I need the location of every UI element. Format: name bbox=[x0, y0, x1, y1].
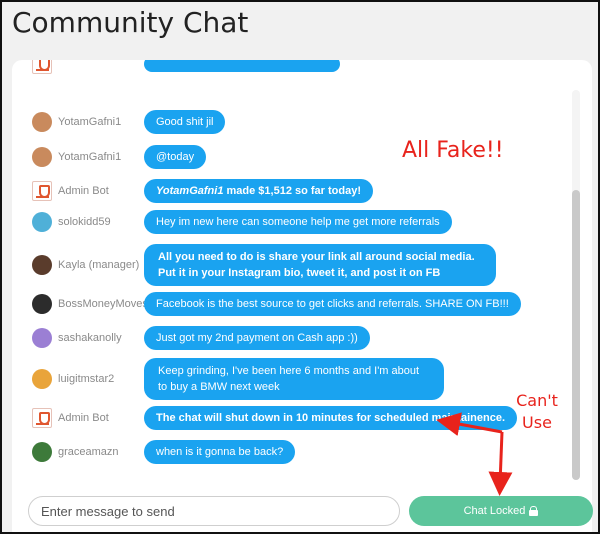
message-text: made $1,512 so far today! bbox=[223, 185, 362, 197]
message-bubble: @today bbox=[144, 145, 207, 169]
user-avatar bbox=[32, 369, 52, 389]
message-username: solokidd59 bbox=[58, 216, 111, 228]
list-item: graceamazn when is it gonna be back? bbox=[32, 440, 296, 464]
list-item: sashakanolly Just got my 2nd payment on … bbox=[32, 326, 370, 350]
mentioned-username: YotamGafni1 bbox=[156, 185, 224, 197]
list-item: Kayla (manager) All you need to do is sh… bbox=[32, 244, 496, 286]
message-bubble: when is it gonna be back? bbox=[144, 440, 296, 464]
lock-icon bbox=[529, 506, 539, 516]
message-bubble: Keep grinding, I've been here 6 months a… bbox=[144, 358, 444, 400]
user-avatar bbox=[32, 328, 52, 348]
message-bubble: Just got my 2nd payment on Cash app :)) bbox=[144, 326, 370, 350]
list-item: Admin Bot YotamGafni1 made $1,512 so far… bbox=[32, 179, 374, 203]
message-bubble: YotamGafni1 made $1,512 so far today! bbox=[144, 179, 374, 203]
message-username: YotamGafni1 bbox=[58, 151, 122, 163]
list-item: YotamGafni1 @today bbox=[32, 145, 207, 169]
admin-bot-icon bbox=[32, 60, 52, 74]
chat-panel: YotamGafni1 Good shit jil YotamGafni1 @t… bbox=[12, 60, 593, 532]
cant-use-line-1: Can't bbox=[516, 391, 558, 410]
cant-use-annotation: Can't Use bbox=[512, 390, 562, 434]
message-bubble: Facebook is the best source to get click… bbox=[144, 292, 521, 316]
message-username: BossMoneyMoves bbox=[58, 298, 148, 310]
user-avatar bbox=[32, 212, 52, 232]
message-username: sashakanolly bbox=[58, 332, 122, 344]
message-username: Admin Bot bbox=[58, 185, 109, 197]
message-bubble: All you need to do is share your link al… bbox=[144, 244, 496, 286]
chat-locked-label: Chat Locked bbox=[463, 505, 526, 517]
message-bubble: The chat will shut down in 10 minutes fo… bbox=[144, 406, 518, 430]
all-fake-annotation: All Fake!! bbox=[402, 138, 504, 163]
page-title: Community Chat bbox=[12, 6, 249, 39]
scrollbar-thumb[interactable] bbox=[572, 190, 580, 480]
user-avatar bbox=[32, 112, 52, 132]
user-avatar bbox=[32, 294, 52, 314]
list-item: YotamGafni1 Good shit jil bbox=[32, 110, 226, 134]
scrollbar[interactable] bbox=[572, 90, 580, 480]
list-item bbox=[32, 60, 340, 74]
message-username: graceamazn bbox=[58, 446, 119, 458]
user-avatar bbox=[32, 147, 52, 167]
list-item: luigitmstar2 Keep grinding, I've been he… bbox=[32, 358, 444, 400]
message-bubble: Hey im new here can someone help me get … bbox=[144, 210, 452, 234]
message-username: YotamGafni1 bbox=[58, 116, 122, 128]
list-item: BossMoneyMoves Facebook is the best sour… bbox=[32, 292, 521, 316]
message-bubble bbox=[144, 60, 340, 72]
list-item: solokidd59 Hey im new here can someone h… bbox=[32, 210, 452, 234]
message-username: Admin Bot bbox=[58, 412, 109, 424]
list-item: Admin Bot The chat will shut down in 10 … bbox=[32, 406, 518, 430]
chat-locked-button[interactable]: Chat Locked bbox=[409, 496, 593, 526]
message-username: Kayla (manager) bbox=[58, 259, 140, 271]
user-avatar bbox=[32, 255, 52, 275]
screenshot-frame: Community Chat YotamGafni1 Good shit jil… bbox=[0, 0, 600, 534]
user-avatar bbox=[32, 442, 52, 462]
admin-bot-icon bbox=[32, 181, 52, 201]
message-input[interactable] bbox=[28, 496, 400, 526]
admin-bot-icon bbox=[32, 408, 52, 428]
cant-use-line-2: Use bbox=[522, 413, 552, 432]
message-list[interactable]: YotamGafni1 Good shit jil YotamGafni1 @t… bbox=[12, 60, 580, 480]
message-username: luigitmstar2 bbox=[58, 373, 115, 385]
message-bubble: Good shit jil bbox=[144, 110, 226, 134]
